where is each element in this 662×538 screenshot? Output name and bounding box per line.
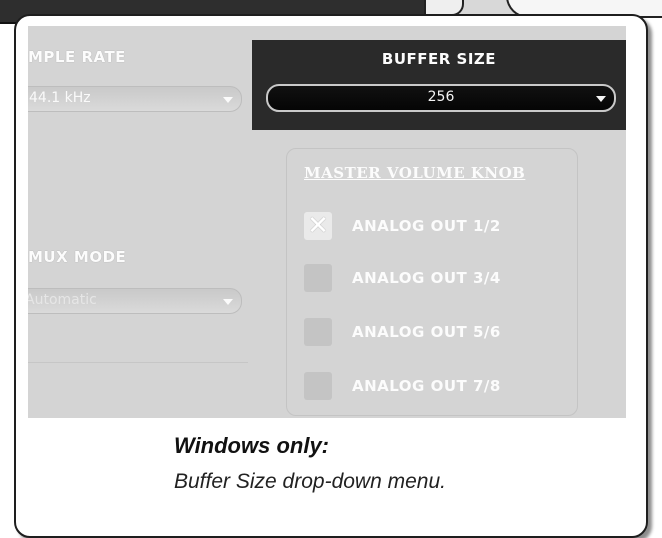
caption-text: Buffer Size drop-down menu. xyxy=(174,470,446,493)
output-label: ANALOG OUT 3/4 xyxy=(352,269,501,287)
settings-panel: MPLE RATE 44.1 kHz BUFFER SIZE 256 MUX M… xyxy=(28,26,626,418)
output-label: ANALOG OUT 7/8 xyxy=(352,377,501,395)
buffer-size-label: BUFFER SIZE xyxy=(381,50,497,68)
buffer-size-section: BUFFER SIZE 256 xyxy=(252,40,626,130)
master-volume-title: MASTER VOLUME KNOB xyxy=(304,164,526,182)
caption-heading: Windows only: xyxy=(174,433,330,458)
output-checkbox[interactable] xyxy=(304,264,332,292)
mux-mode-label: MUX MODE xyxy=(28,248,127,266)
output-checkbox[interactable] xyxy=(304,372,332,400)
buffer-size-dropdown[interactable]: 256 xyxy=(266,84,616,112)
output-row-1[interactable]: ✕ ANALOG OUT 1/2 xyxy=(304,210,574,244)
mux-mode-dropdown[interactable]: Automatic xyxy=(28,288,242,314)
output-row-3[interactable]: ANALOG OUT 5/6 xyxy=(304,316,574,350)
chevron-down-icon xyxy=(596,96,606,102)
output-checkbox[interactable] xyxy=(304,318,332,346)
output-row-4[interactable]: ANALOG OUT 7/8 xyxy=(304,370,574,404)
sample-rate-label: MPLE RATE xyxy=(28,48,126,66)
output-label: ANALOG OUT 5/6 xyxy=(352,323,501,341)
mux-mode-value: Automatic xyxy=(28,292,97,308)
output-checkbox[interactable]: ✕ xyxy=(304,212,332,240)
sample-rate-dropdown[interactable]: 44.1 kHz xyxy=(28,86,242,112)
divider xyxy=(28,362,248,363)
output-label: ANALOG OUT 1/2 xyxy=(352,217,501,235)
output-row-2[interactable]: ANALOG OUT 3/4 xyxy=(304,262,574,296)
sample-rate-value: 44.1 kHz xyxy=(29,90,91,106)
chevron-down-icon xyxy=(223,299,233,305)
checkmark-x-icon: ✕ xyxy=(307,211,329,241)
buffer-size-value: 256 xyxy=(427,89,455,105)
chevron-down-icon xyxy=(223,97,233,103)
